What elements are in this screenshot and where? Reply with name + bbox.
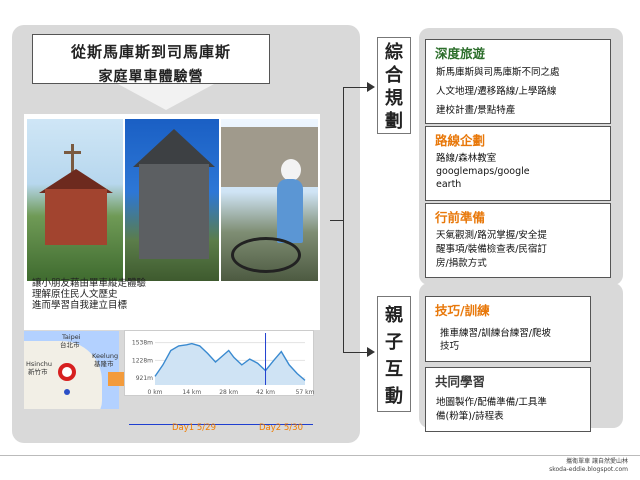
connector-bottom: [343, 352, 369, 353]
card-line: earth: [436, 179, 462, 190]
rider: [277, 179, 303, 243]
card-line: 醒事項/裝備檢查表/民宿訂: [436, 244, 547, 255]
day2-label: Day2 5/30: [259, 423, 303, 433]
cyclist-photo: [221, 119, 318, 281]
card-joint-learning: 共同學習 地圖製作/配備準備/工具準 備(粉筆)/詩程表: [425, 367, 591, 432]
card-line: 建校計畫/景點特產: [436, 105, 516, 116]
category-char: 劃: [385, 111, 403, 132]
page-title: 從斯馬庫斯到司馬庫斯: [70, 43, 231, 61]
category-char: 子: [385, 332, 403, 353]
elevation-svg: 1538m 1228m 921m 0 km 14 km 28 km 42 km 57 km: [132, 333, 315, 396]
category-char: 合: [385, 65, 403, 86]
y-tick-label: 1538m: [132, 340, 153, 347]
arrow-right-icon: [367, 347, 375, 357]
x-tick-label: 28 km: [219, 389, 238, 396]
card-skills-training: 技巧/訓練 推車練習/訓練台練習/爬坡 技巧: [425, 296, 591, 362]
building: [221, 127, 318, 187]
card-line: 推車練習/訓練台練習/爬坡: [440, 328, 551, 339]
x-tick-label: 42 km: [256, 389, 275, 396]
card-title: 深度旅遊: [435, 46, 486, 61]
card-body: 地圖製作/配備準備/工具準 備(粉筆)/詩程表: [436, 396, 547, 424]
location-pin-icon: [58, 363, 76, 381]
y-tick-label: 1228m: [132, 357, 153, 364]
footer: 攜衛單車 讓自然愛山林 skoda-eddie.blogspot.com: [549, 458, 628, 474]
page-subtitle: 家庭單車體驗營: [98, 69, 204, 85]
map-label: Keelung: [92, 352, 119, 360]
bicycle-icon: [231, 237, 301, 273]
card-preparation: 行前準備 天氣觀測/路況掌握/安全提 醒事項/裝備檢查表/民宿訂 房/捐款方式: [425, 203, 611, 278]
caption-line: 讓小朋友藉由單車縱走體驗: [32, 278, 147, 289]
footer-divider: [0, 455, 640, 456]
x-tick-label: 14 km: [182, 389, 201, 396]
caption-line: 理解原住民人文歷史: [32, 289, 118, 300]
card-title: 路線企劃: [435, 133, 486, 148]
card-line: googlemaps/google: [436, 166, 530, 177]
map-label: 新竹市: [28, 368, 48, 376]
card-line: 備(粉筆)/詩程表: [436, 411, 504, 422]
connector-stub: [330, 220, 343, 221]
map-label: Taipei: [62, 333, 81, 341]
elevation-area: [155, 343, 305, 385]
title-box: 從斯馬庫斯到司馬庫斯 家庭單車體驗營: [32, 34, 270, 85]
footer-url: skoda-eddie.blogspot.com: [549, 466, 628, 473]
x-tick-label: 0 km: [147, 389, 162, 396]
map-label: 台北市: [60, 341, 80, 349]
connector-vertical: [343, 87, 344, 352]
card-route-planning: 路線企劃 路線/森林教室 googlemaps/google earth: [425, 126, 611, 201]
elevation-chart: 1538m 1228m 921m 0 km 14 km 28 km 42 km 57 km: [124, 330, 315, 396]
card-body: 斯馬庫斯與司馬庫斯不同之處 人文地理/遷移路線/上學路線 建校計畫/景點特產: [436, 65, 560, 118]
day1-label: Day1 5/29: [172, 423, 216, 433]
x-tick-label: 57 km: [296, 389, 315, 396]
cross-icon: [64, 144, 81, 172]
caption-line: 進而學習自我建立目標: [32, 300, 128, 311]
church-building: [45, 189, 107, 245]
category-char: 互: [385, 359, 403, 380]
category-interaction: 親 子 互 動: [377, 296, 411, 412]
card-title: 行前準備: [435, 210, 486, 225]
card-title: 共同學習: [435, 374, 486, 389]
card-line: 天氣觀測/路況掌握/安全提: [436, 230, 547, 241]
card-line: 地圖製作/配備準備/工具準: [436, 397, 547, 408]
arrow-right-icon: [367, 82, 375, 92]
category-char: 親: [385, 305, 403, 326]
footer-slogan: 攜衛單車 讓自然愛山林: [566, 458, 628, 465]
connector-top: [343, 87, 369, 88]
rider-helmet: [281, 159, 301, 181]
location-dot-icon: [64, 389, 70, 395]
card-line: 房/捐款方式: [436, 258, 487, 269]
card-line: 斯馬庫斯與司馬庫斯不同之處: [436, 67, 560, 78]
card-title: 技巧/訓練: [435, 303, 490, 318]
category-char: 動: [385, 386, 403, 407]
card-line: 人文地理/遷移路線/上學路線: [436, 86, 557, 97]
route-map: Taipei 台北市 Keelung 基隆市 Hsinchu 新竹市: [24, 331, 119, 409]
church-building: [139, 164, 209, 259]
card-body: 路線/森林教室 googlemaps/google earth: [436, 152, 530, 191]
card-body: 推車練習/訓練台練習/爬坡 技巧: [440, 327, 551, 353]
category-char: 綜: [385, 42, 403, 63]
card-line: 技巧: [440, 341, 460, 352]
category-char: 規: [385, 88, 403, 109]
y-tick-label: 921m: [136, 375, 153, 382]
church-photo-2: [125, 119, 219, 281]
category-planning: 綜 合 規 劃: [377, 37, 411, 134]
down-arrow-icon: [118, 84, 214, 110]
church-photo-1: [27, 119, 123, 281]
card-body: 天氣觀測/路況掌握/安全提 醒事項/裝備檢查表/民宿訂 房/捐款方式: [436, 229, 547, 271]
photo-caption: 讓小朋友藉由單車縱走體驗 理解原住民人文歷史 進而學習自我建立目標: [32, 278, 146, 311]
card-line: 路線/森林教室: [436, 153, 497, 164]
church-roof: [133, 129, 215, 167]
map-label: Hsinchu: [26, 360, 53, 368]
card-deep-travel: 深度旅遊 斯馬庫斯與司馬庫斯不同之處 人文地理/遷移路線/上學路線 建校計畫/景…: [425, 39, 611, 124]
map-label: 基隆市: [94, 360, 114, 368]
